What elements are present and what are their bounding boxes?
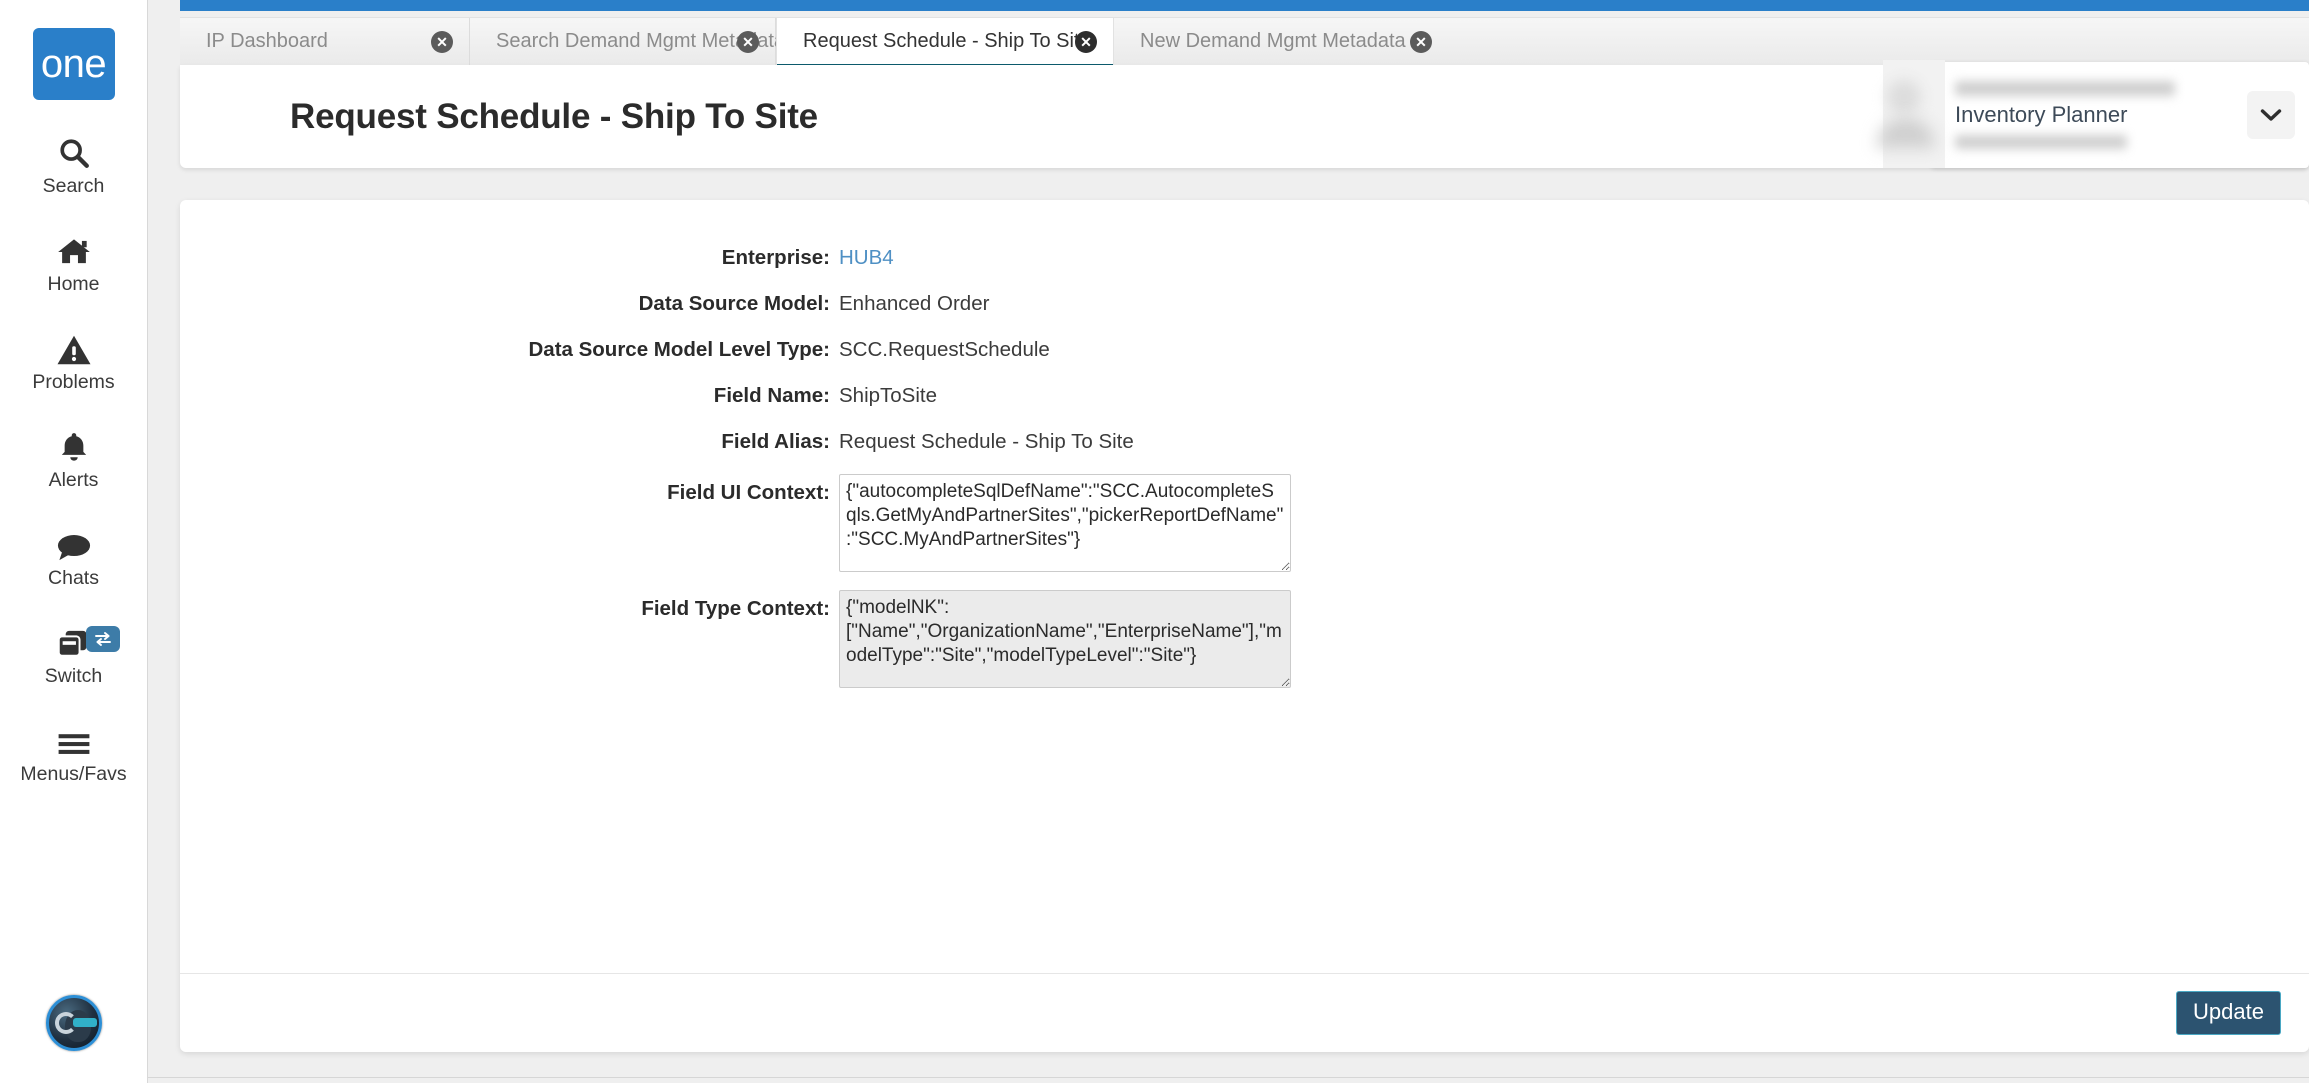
search-icon: [57, 130, 91, 170]
sidebar-item-label: Problems: [32, 371, 115, 393]
tab-label: IP Dashboard: [206, 30, 328, 52]
tab-label: Request Schedule - Ship To Site: [803, 30, 1091, 52]
field-row-data-source-model: Data Source Model: Enhanced Order: [180, 290, 2309, 316]
field-label-text: Field Alias: [721, 430, 824, 453]
bell-icon: [57, 424, 91, 464]
field-row-field-type-context: Field Type Context:: [180, 590, 2309, 688]
field-label-text: Data Source Model: [638, 292, 824, 315]
field-label-text: Field Name: [713, 384, 824, 407]
field-row-field-name: Field Name: ShipToSite: [180, 382, 2309, 408]
avatar: [1883, 60, 1945, 168]
main-area: IP Dashboard ✕ Search Demand Mgmt Metada…: [148, 0, 2309, 1083]
field-ui-context-textarea[interactable]: [839, 474, 1291, 572]
field-label-text: Field UI Context: [667, 481, 824, 504]
tab-label: New Demand Mgmt Metadata: [1140, 30, 1406, 52]
sidebar-item-alerts[interactable]: Alerts: [0, 424, 148, 492]
field-value-data-source-model: Enhanced Order: [839, 292, 990, 315]
user-meta: Inventory Planner: [1947, 81, 2247, 149]
close-circle-icon[interactable]: ✕: [431, 30, 453, 53]
sidebar-item-home[interactable]: Home: [0, 228, 148, 296]
update-button[interactable]: Update: [2176, 991, 2281, 1035]
field-row-enterprise: Enterprise: HUB4: [180, 244, 2309, 270]
page-title: Request Schedule - Ship To Site: [290, 96, 818, 136]
brand-logo[interactable]: one: [32, 28, 115, 100]
sidebar-item-switch[interactable]: Switch: [0, 620, 148, 688]
user-avatar-orb-icon[interactable]: [45, 995, 102, 1051]
field-value-field-name: ShipToSite: [839, 384, 938, 407]
field-label: Field Alias:: [721, 430, 830, 453]
home-icon: [55, 228, 93, 268]
tab-new-demand-mgmt-metadata[interactable]: New Demand Mgmt Metadata ✕: [1114, 18, 1448, 65]
field-label-text: Data Source Model Level Type: [528, 338, 824, 361]
field-label: Data Source Model Level Type:: [528, 338, 830, 361]
field-row-data-source-model-level-type: Data Source Model Level Type: SCC.Reques…: [180, 336, 2309, 362]
field-value-field-alias: Request Schedule - Ship To Site: [839, 430, 1134, 453]
sidebar-item-menus-favs[interactable]: Menus/Favs: [0, 718, 148, 786]
sidebar-item-label: Search: [42, 175, 105, 197]
left-sidebar: one Search Home Problems Alerts Chats Sw…: [0, 0, 148, 1083]
tab-search-demand-mgmt-metadata[interactable]: Search Demand Mgmt Metadata ✕: [470, 18, 785, 65]
user-sub-redacted: [1955, 135, 2127, 149]
top-accent-bar: [180, 0, 2309, 11]
close-circle-icon[interactable]: ✕: [1410, 30, 1432, 53]
brand-logo-text: one: [40, 41, 107, 86]
field-value-enterprise[interactable]: HUB4: [839, 244, 894, 270]
field-label: Field Name:: [713, 384, 830, 407]
swap-arrows-icon[interactable]: [85, 626, 120, 652]
tab-strip: IP Dashboard ✕ Search Demand Mgmt Metada…: [180, 17, 2309, 68]
field-label-text: Field Type Context: [641, 597, 824, 620]
warning-triangle-icon: [56, 326, 92, 366]
sidebar-item-label: Menus/Favs: [20, 763, 127, 785]
field-label: Enterprise:: [721, 246, 830, 269]
sidebar-item-chats[interactable]: Chats: [0, 522, 148, 590]
field-type-context-textarea[interactable]: [839, 590, 1291, 688]
detail-form: Enterprise: HUB4 Data Source Model: Enha…: [180, 200, 2309, 688]
field-value-data-source-model-level-type: SCC.RequestSchedule: [839, 338, 1050, 361]
sidebar-item-search[interactable]: Search: [0, 130, 148, 198]
hamburger-icon: [55, 718, 93, 758]
sidebar-item-label: Switch: [44, 665, 103, 687]
user-role-label: Inventory Planner: [1955, 102, 2128, 127]
content-card: Enterprise: HUB4 Data Source Model: Enha…: [180, 200, 2309, 1052]
chat-bubble-icon: [55, 522, 93, 562]
field-row-field-alias: Field Alias: Request Schedule - Ship To …: [180, 428, 2309, 454]
sidebar-item-problems[interactable]: Problems: [0, 326, 148, 394]
field-label: Field Type Context:: [641, 597, 830, 620]
close-circle-icon[interactable]: ✕: [1075, 30, 1097, 53]
chevron-down-icon[interactable]: [2247, 91, 2295, 139]
app-root: one Search Home Problems Alerts Chats Sw…: [0, 0, 2309, 1083]
user-name-redacted: [1955, 81, 2175, 96]
field-label: Data Source Model:: [638, 292, 830, 315]
sidebar-item-label: Home: [47, 273, 100, 295]
bottom-strip: [148, 1077, 2309, 1083]
avatar-swirl-shape: [54, 1012, 77, 1034]
sidebar-item-label: Alerts: [48, 469, 99, 491]
tab-request-schedule-ship-to-site[interactable]: Request Schedule - Ship To Site ✕: [776, 18, 1114, 68]
close-circle-icon[interactable]: ✕: [737, 30, 759, 53]
field-label-text: Enterprise: [721, 246, 824, 269]
field-row-field-ui-context: Field UI Context:: [180, 474, 2309, 572]
sidebar-item-label: Chats: [48, 567, 99, 589]
field-label: Field UI Context:: [667, 481, 830, 504]
card-footer: Update: [180, 974, 2309, 1052]
tab-ip-dashboard[interactable]: IP Dashboard ✕: [180, 18, 470, 65]
user-profile-panel[interactable]: Inventory Planner: [1883, 60, 2309, 168]
